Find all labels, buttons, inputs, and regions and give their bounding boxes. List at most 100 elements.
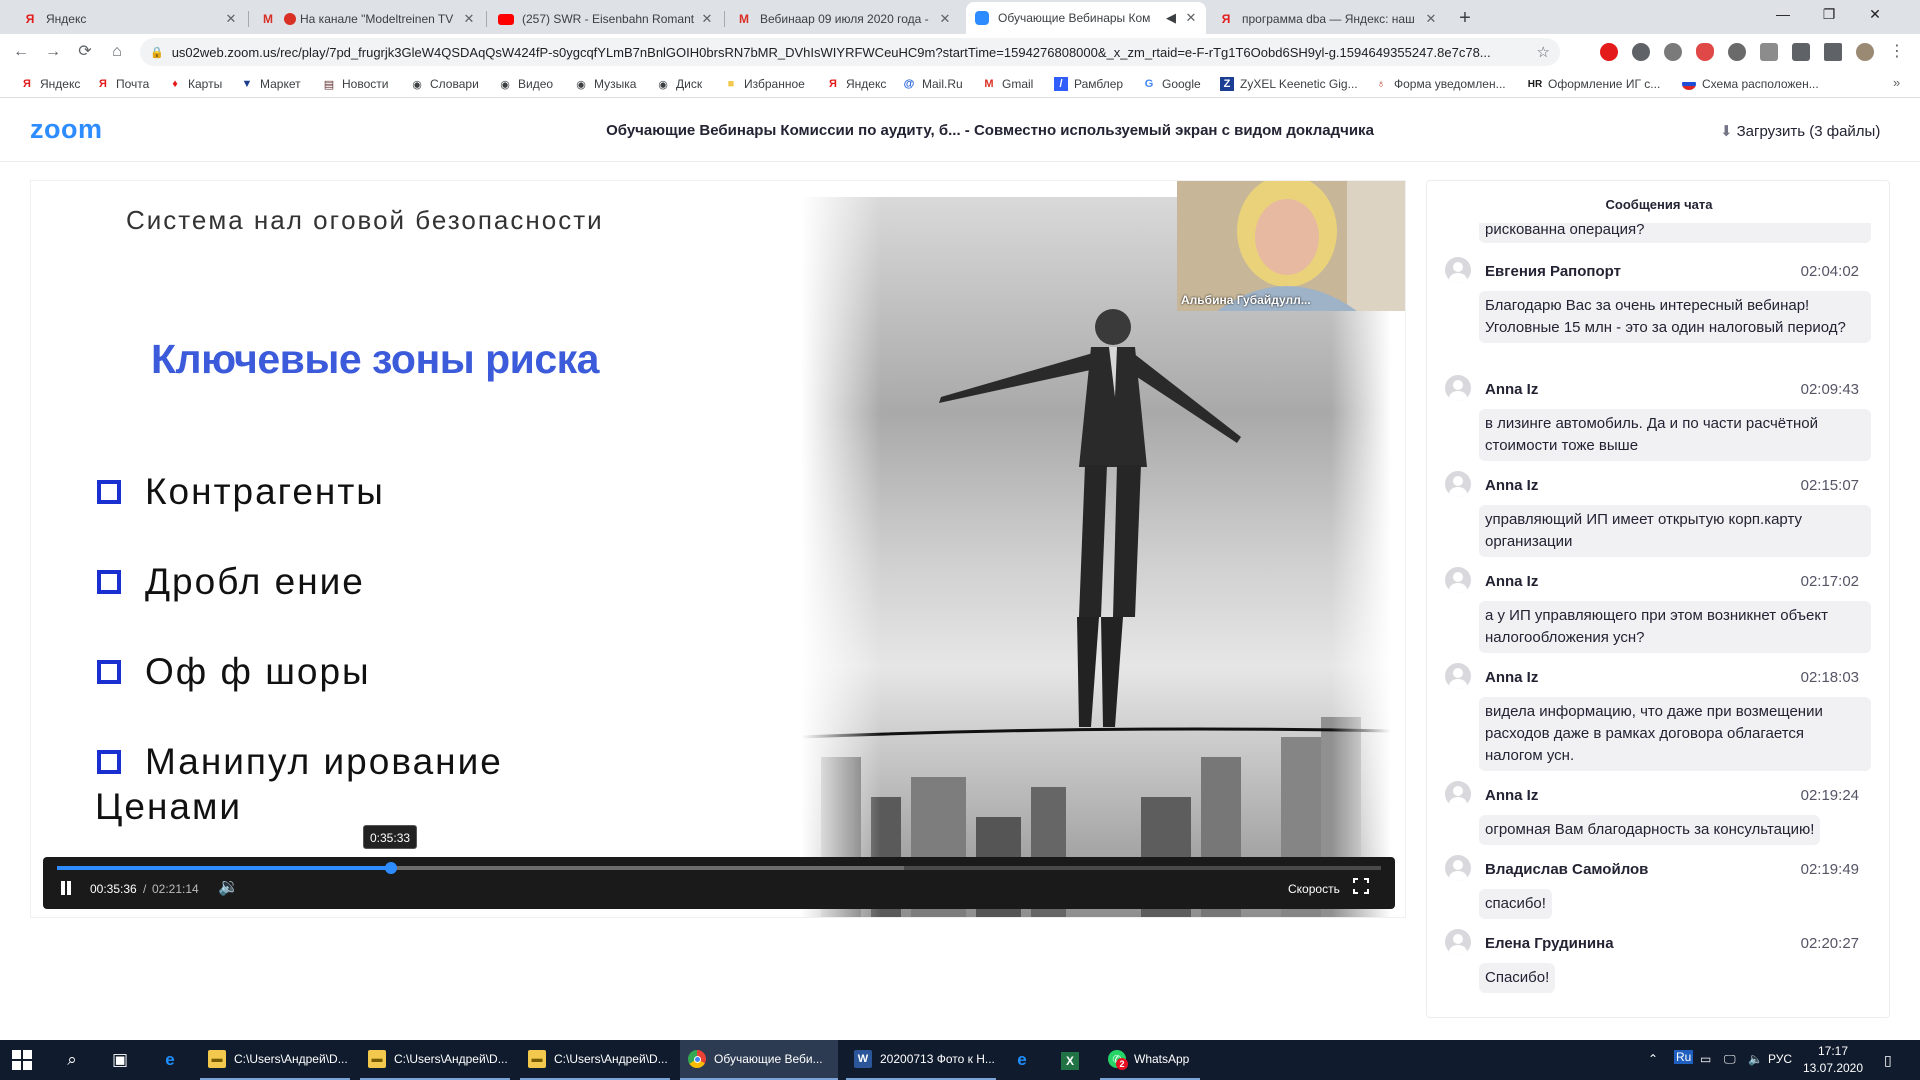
close-icon[interactable]: ✕ [1184, 10, 1198, 26]
slide-bullet: Оф ф шоры [97, 651, 371, 693]
bookmark-disk[interactable]: ◉ Диск [656, 76, 702, 92]
forward-button[interactable]: → [42, 41, 64, 63]
checkbox-bullet-icon [97, 570, 121, 594]
bookmark-zyxel[interactable]: Z ZyXEL Keenetic Gig... [1220, 76, 1358, 92]
extension-icon[interactable] [1632, 43, 1650, 61]
chat-sender: Anna Iz [1485, 787, 1539, 804]
speaker-video[interactable]: Альбина Губайдулл... [1177, 181, 1405, 311]
bookmark-news[interactable]: ▤ Новости [322, 76, 389, 92]
bookmark-yandex-2[interactable]: Я Яндекс [826, 76, 886, 92]
taskbar-app-word[interactable]: W 20200713 Фото к Н... [846, 1040, 996, 1080]
chat-bubble: а у ИП управляющего при этом возникнет о… [1479, 601, 1871, 653]
bookmark-rambler[interactable]: / Рамблер [1054, 76, 1123, 92]
bookmark-music[interactable]: ◉ Музыка [574, 76, 636, 92]
window-close-button[interactable]: ✕ [1852, 0, 1898, 30]
taskbar-app-chrome[interactable]: Обучающие Веби... [680, 1040, 838, 1080]
search-icon[interactable]: ⌕ [60, 1048, 84, 1072]
internet-explorer-icon[interactable]: e [1010, 1048, 1034, 1072]
puzzle-icon[interactable] [1792, 43, 1810, 61]
pause-button[interactable] [59, 879, 73, 897]
menu-icon[interactable]: ⋮ [1886, 41, 1908, 63]
current-time: 00:35:36 [90, 882, 137, 896]
bookmark-star-icon[interactable]: ☆ [1537, 43, 1550, 61]
avatar[interactable] [1856, 43, 1874, 61]
address-bar[interactable]: 🔒 us02web.zoom.us/rec/play/7pd_frugrjk3G… [140, 38, 1560, 66]
download-button[interactable]: ⬇ Загрузить (3 файлы) [1720, 122, 1880, 140]
chrome-icon [688, 1050, 706, 1068]
gmail-icon: M [984, 78, 994, 90]
extension-icon[interactable] [1664, 43, 1682, 61]
map-pin-icon: ♦ [172, 78, 178, 90]
taskbar-app-explorer-1[interactable]: ▬ C:\Users\Андрей\D... [200, 1040, 350, 1080]
avatar [1445, 567, 1471, 593]
opera-extension-icon[interactable] [1600, 43, 1618, 61]
close-icon[interactable]: ✕ [224, 11, 238, 27]
notifications-icon[interactable]: ▯ [1884, 1052, 1892, 1069]
chat-messages[interactable]: рискованна операция? Евгения Рапопорт 02… [1427, 223, 1889, 1017]
close-icon[interactable]: ✕ [700, 11, 714, 27]
avatar [1445, 471, 1471, 497]
tray-overflow-icon[interactable]: ⌃ [1648, 1052, 1658, 1066]
seek-handle[interactable] [384, 862, 397, 874]
input-language[interactable]: РУС [1768, 1052, 1792, 1066]
slide-bullet: Дробл ение [97, 561, 365, 603]
bookmark-gmail[interactable]: M Gmail [982, 76, 1033, 92]
bookmarks-overflow-icon[interactable]: » [1893, 75, 1900, 90]
excel-icon[interactable]: X [1058, 1048, 1082, 1072]
seek-bar[interactable] [57, 862, 1381, 874]
bookmark-dictionaries[interactable]: ◉ Словари [410, 76, 479, 92]
taskbar-app-explorer-2[interactable]: ▬ C:\Users\Андрей\D... [360, 1040, 510, 1080]
restore-button[interactable]: ❐ [1806, 0, 1852, 30]
volume-tray-icon[interactable]: 🔈 [1748, 1052, 1763, 1066]
bookmark-hr[interactable]: HR Оформление ИГ с... [1528, 76, 1661, 92]
chat-sender: Елена Грудинина [1485, 935, 1614, 952]
browser-tab-gmail-1[interactable]: M На канале "Modeltreinen TV ✕ [252, 4, 484, 34]
close-icon[interactable]: ✕ [462, 11, 476, 27]
extension-icon[interactable] [1760, 43, 1778, 61]
browser-tab-zoom[interactable]: Обучающие Вебинары Ком ◀︎ ✕ [966, 2, 1206, 34]
close-icon[interactable]: ✕ [1424, 11, 1438, 27]
bookmark-video[interactable]: ◉ Видео [498, 76, 553, 92]
video-player[interactable]: Система нал огoвой безопасности Ключевые… [30, 180, 1406, 918]
taskbar-app-whatsapp[interactable]: ✆2WhatsApp [1100, 1040, 1200, 1080]
bookmark-mail[interactable]: Я Почта [96, 76, 149, 92]
volume-icon[interactable]: 🔉 [218, 877, 239, 897]
task-view-icon[interactable]: ▣ [108, 1048, 132, 1072]
back-button[interactable]: ← [10, 41, 32, 63]
browser-tab-gmail-2[interactable]: M Вебинаар 09 июля 2020 года - a ✕ [728, 4, 960, 34]
cloud-extension-icon[interactable] [1696, 43, 1714, 61]
bookmark-form[interactable]: ♁ Форма уведомлен... [1374, 76, 1506, 92]
network-icon[interactable]: 🖵 [1724, 1052, 1736, 1067]
browser-tab-youtube[interactable]: (257) SWR - Eisenbahn Romantik ✕ [490, 4, 722, 34]
home-button[interactable]: ⌂ [106, 41, 128, 63]
edge-icon[interactable]: e [158, 1048, 182, 1072]
browser-tab-yandex[interactable]: Я Яндекс ✕ [14, 4, 246, 34]
bookmark-google[interactable]: G Google [1142, 76, 1201, 92]
system-clock[interactable]: 17:17 13.07.2020 [1798, 1043, 1868, 1077]
browser-tab-yandex-search[interactable]: Я программа dba — Яндекс: наш ✕ [1210, 4, 1446, 34]
new-tab-button[interactable]: + [1452, 6, 1478, 32]
battery-icon[interactable]: ▭ [1700, 1052, 1711, 1066]
reload-button[interactable]: ⟳ [74, 41, 96, 63]
folder-icon: ▬ [528, 1050, 546, 1068]
extension-icon[interactable] [1728, 43, 1746, 61]
playlist-icon[interactable] [1824, 43, 1842, 61]
bookmark-mailru[interactable]: @ Mail.Ru [902, 76, 963, 92]
minimize-button[interactable]: — [1760, 0, 1806, 30]
bookmark-maps[interactable]: ♦ Карты [168, 76, 222, 92]
bookmark-favorites[interactable]: ■ Избранное [724, 76, 805, 92]
speaker-icon[interactable]: ◀︎ [1164, 10, 1178, 26]
windows-start-icon[interactable] [12, 1050, 32, 1070]
tray-language-icon[interactable]: Ru [1674, 1050, 1694, 1064]
bookmark-yandex[interactable]: Я Яндекс [20, 76, 80, 92]
bookmarks-bar: Я Яндекс Я Почта ♦ Карты ▼ Маркет ▤ Новости ◉… [0, 70, 1920, 98]
taskbar-app-explorer-3[interactable]: ▬ C:\Users\Андрей\D... [520, 1040, 670, 1080]
close-icon[interactable]: ✕ [938, 11, 952, 27]
fullscreen-icon[interactable] [1352, 877, 1370, 895]
avatar [1445, 257, 1471, 283]
speed-button[interactable]: Скорость [1288, 882, 1340, 896]
bookmark-scheme[interactable]: Схема расположен... [1682, 76, 1819, 92]
bookmark-market[interactable]: ▼ Маркет [240, 76, 301, 92]
yandex-icon: Я [25, 12, 35, 26]
zoom-logo[interactable]: zoom [30, 114, 103, 145]
